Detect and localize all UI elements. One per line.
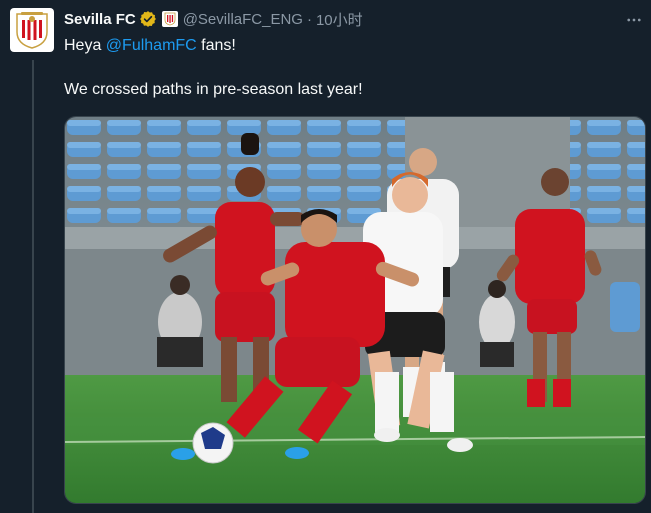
football-match-photo [65,117,645,503]
sevilla-crest-icon[interactable] [161,11,178,27]
tweet-text-line-2: We crossed paths in pre-season last year… [64,81,363,98]
handle[interactable]: @SevillaFC_ENG [183,11,303,28]
text-suffix: fans! [196,37,236,54]
tweet[interactable]: Sevilla FC @SevillaFC_ENG · 10小时 Heya @F… [0,0,651,513]
timestamp[interactable]: 10小时 [316,9,363,30]
display-name[interactable]: Sevilla FC [64,11,136,28]
football [192,422,234,464]
sevilla-crest-icon [16,12,48,49]
mention-link[interactable]: @FulhamFC [106,37,197,54]
tweet-text-line-1: Heya @FulhamFC fans! [64,36,236,56]
avatar[interactable] [10,8,54,52]
text-prefix: Heya [64,37,106,54]
tweet-header: Sevilla FC @SevillaFC_ENG · 10小时 [64,8,363,30]
tweet-photo[interactable] [64,116,646,504]
gold-verified-badge-icon[interactable] [139,10,157,28]
thread-line [32,60,34,513]
more-horizontal-icon[interactable] [624,10,644,30]
separator: · [306,10,312,28]
